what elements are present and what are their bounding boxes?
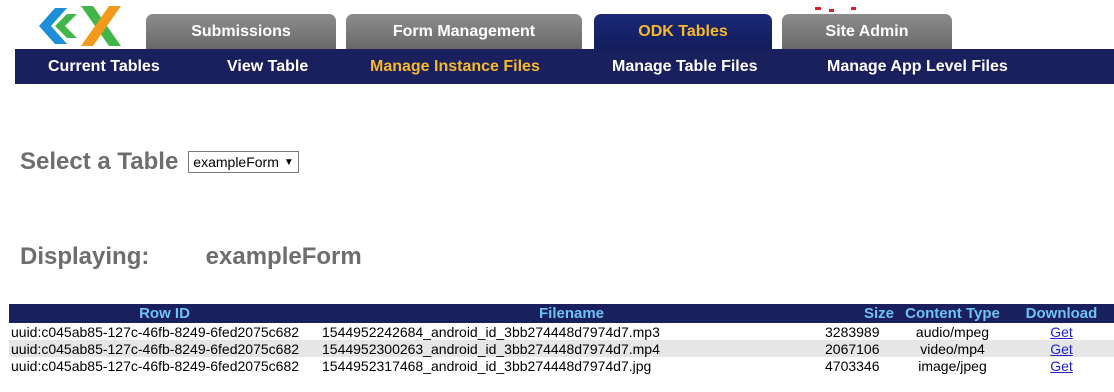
tab-form-management[interactable]: Form Management (346, 14, 582, 49)
cell-size: 4703346 (823, 357, 896, 374)
subnav-view-table[interactable]: View Table (227, 49, 308, 84)
header: Submissions Form Management ODK Tables S… (0, 0, 1114, 49)
displaying-label: Displaying: (20, 243, 150, 270)
select-table-label: Select a Table (20, 148, 179, 175)
subnav-manage-instance-files[interactable]: Manage Instance Files (370, 49, 540, 84)
cell-content-type: image/jpeg (896, 357, 1009, 374)
table-select-dropdown[interactable]: exampleForm ▼ (188, 151, 299, 173)
subnav-current-tables[interactable]: Current Tables (48, 49, 160, 84)
table-row: uuid:c045ab85-127c-46fb-8249-6fed2075c68… (9, 357, 1114, 374)
cell-row-id: uuid:c045ab85-127c-46fb-8249-6fed2075c68… (9, 323, 320, 340)
cell-size: 3283989 (823, 323, 896, 340)
header-row-id: Row ID (9, 304, 320, 323)
header-content-type: Content Type (896, 304, 1009, 323)
cell-content-type: video/mp4 (896, 340, 1009, 357)
table-row: uuid:c045ab85-127c-46fb-8249-6fed2075c68… (9, 323, 1114, 340)
select-table-row: Select a Table exampleForm ▼ (20, 147, 299, 177)
cell-filename: 1544952317468_android_id_3bb274448d7974d… (320, 357, 823, 374)
cell-download: Get (1009, 357, 1114, 374)
download-get-link[interactable]: Get (1050, 358, 1073, 374)
header-download: Download (1009, 304, 1114, 323)
tab-odk-tables[interactable]: ODK Tables (594, 14, 772, 49)
cell-content-type: audio/mpeg (896, 323, 1009, 340)
displaying-value: exampleForm (205, 243, 362, 270)
odk-logo[interactable] (37, 4, 123, 48)
sub-navigation: Current Tables View Table Manage Instanc… (15, 49, 1114, 84)
cell-filename: 1544952300263_android_id_3bb274448d7974d… (320, 340, 823, 357)
dropdown-arrow-icon: ▼ (283, 156, 294, 168)
red-decoration (815, 0, 865, 12)
header-size: Size (823, 304, 896, 323)
instance-files-table: Row ID Filename Size Content Type Downlo… (9, 304, 1114, 374)
displaying-heading: Displaying: exampleForm (20, 243, 362, 271)
tab-site-admin[interactable]: Site Admin (782, 14, 952, 49)
cell-size: 2067106 (823, 340, 896, 357)
header-filename: Filename (320, 304, 823, 323)
table-header-row: Row ID Filename Size Content Type Downlo… (9, 304, 1114, 323)
cell-download: Get (1009, 323, 1114, 340)
table-row: uuid:c045ab85-127c-46fb-8249-6fed2075c68… (9, 340, 1114, 357)
cell-row-id: uuid:c045ab85-127c-46fb-8249-6fed2075c68… (9, 340, 320, 357)
cell-row-id: uuid:c045ab85-127c-46fb-8249-6fed2075c68… (9, 357, 320, 374)
cell-filename: 1544952242684_android_id_3bb274448d7974d… (320, 323, 823, 340)
selected-table-value: exampleForm (193, 154, 279, 170)
tab-submissions[interactable]: Submissions (146, 14, 336, 49)
download-get-link[interactable]: Get (1050, 341, 1073, 357)
cell-download: Get (1009, 340, 1114, 357)
subnav-manage-table-files[interactable]: Manage Table Files (612, 49, 758, 84)
subnav-manage-app-level-files[interactable]: Manage App Level Files (827, 49, 1008, 84)
download-get-link[interactable]: Get (1050, 324, 1073, 340)
